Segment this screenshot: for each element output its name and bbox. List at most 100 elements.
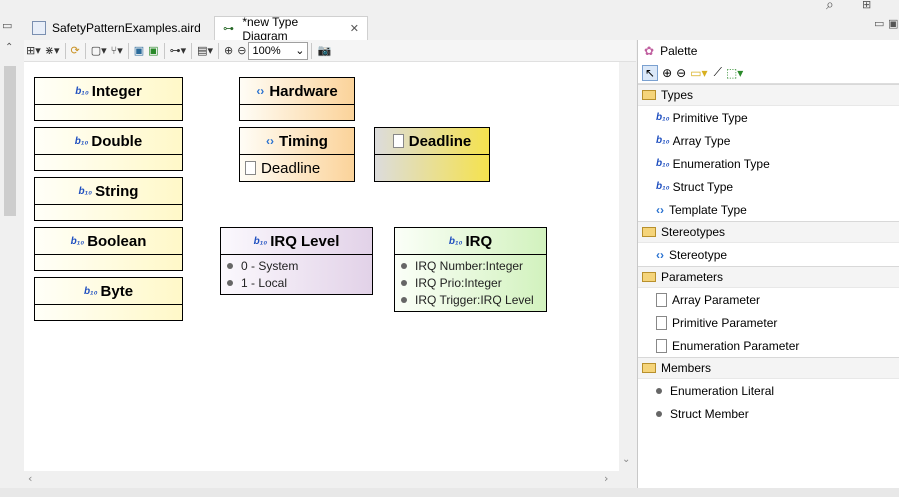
node-string[interactable]: b₁₀ String xyxy=(34,177,183,221)
palette-group-types[interactable]: Types xyxy=(638,84,899,106)
node-compartment xyxy=(35,204,182,205)
paste-format-icon[interactable]: ▤▾ xyxy=(197,42,213,60)
view-menu-icon[interactable]: ▭ xyxy=(2,19,12,32)
palette-item-primitive-type[interactable]: b₁₀ Primitive Type xyxy=(638,106,899,129)
palette-group-members[interactable]: Members xyxy=(638,357,899,379)
node-integer[interactable]: b₁₀ Integer xyxy=(34,77,183,121)
connector-tool-icon[interactable]: ⟋ xyxy=(714,65,722,80)
node-name: IRQ Level xyxy=(270,232,340,250)
parameter-name: Deadline xyxy=(261,159,321,177)
zoom-in-icon[interactable]: ⊕ xyxy=(224,42,233,60)
primitive-type-icon: b₁₀ xyxy=(656,112,670,123)
node-irq[interactable]: b₁₀ IRQ IRQ Number:Integer IRQ Prio:Integ… xyxy=(394,227,547,312)
palette-tools: ↖ ⊕ ⊖ ▭▾ ⟋ ⬚▾ xyxy=(638,62,899,84)
note-tool-icon[interactable]: ▭▾ xyxy=(690,66,707,80)
struct-member[interactable]: IRQ Prio:Integer xyxy=(401,274,540,291)
enumeration-literal[interactable]: 1 - Local xyxy=(227,274,366,291)
diagram-canvas[interactable]: b₁₀ Integer b₁₀ Double b₁₀ String b₁₀ Boolea… xyxy=(24,62,636,471)
tab-safety-pattern-examples[interactable]: SafetyPatternExamples.aird xyxy=(24,16,209,40)
primitive-type-icon: b₁₀ xyxy=(83,285,98,297)
enumeration-literal[interactable]: 0 - System xyxy=(227,257,366,274)
palette-item-enumeration-type[interactable]: b₁₀ Enumeration Type xyxy=(638,152,899,175)
tab-label: *new Type Diagram xyxy=(242,14,299,43)
palette-item-array-type[interactable]: b₁₀ Array Type xyxy=(638,129,899,152)
zoom-select[interactable]: 100% ⌄ xyxy=(248,41,309,60)
zoom-out-icon[interactable]: ⊖ xyxy=(237,42,246,60)
palette-item-struct-member[interactable]: Struct Member xyxy=(638,402,899,425)
unpin-icon[interactable]: ▣ xyxy=(148,42,158,60)
member-label: IRQ Number:Integer xyxy=(415,258,524,273)
item-label: Struct Member xyxy=(670,406,749,421)
palette-item-primitive-parameter[interactable]: Primitive Parameter xyxy=(638,311,899,334)
struct-member[interactable]: IRQ Trigger:IRQ Level xyxy=(401,291,540,308)
palette-panel: ✿ Palette ↖ ⊕ ⊖ ▭▾ ⟋ ⬚▾ Types b₁₀ Primiti… xyxy=(637,40,899,488)
palette-icon: ✿ xyxy=(644,44,655,58)
filter-icon[interactable]: ⑂▾ xyxy=(111,42,123,60)
palette-item-template-type[interactable]: ‹› Template Type xyxy=(638,198,899,221)
canvas-vertical-scrollbar[interactable]: ⌄ xyxy=(619,62,636,471)
node-timing[interactable]: ‹› Timing Deadline xyxy=(239,127,355,182)
node-byte[interactable]: b₁₀ Byte xyxy=(34,277,183,321)
minimize-icon[interactable]: ▭ xyxy=(874,17,884,30)
palette-item-enumeration-literal[interactable]: Enumeration Literal xyxy=(638,379,899,402)
refresh-icon[interactable]: ⟳ xyxy=(71,42,80,60)
folder-icon xyxy=(642,272,656,282)
node-deadline[interactable]: Deadline xyxy=(374,127,490,182)
window-top-strip: ⌕ ⊞ xyxy=(0,0,899,14)
camera-icon[interactable]: 📷 xyxy=(317,42,331,60)
literal-label: 0 - System xyxy=(241,258,299,273)
group-label: Stereotypes xyxy=(661,225,726,239)
template-type-icon: ‹› xyxy=(266,134,275,148)
node-boolean[interactable]: b₁₀ Boolean xyxy=(34,227,183,271)
node-compartment xyxy=(35,154,182,155)
perspective-icon[interactable]: ⊞ xyxy=(862,0,871,11)
palette-item-enumeration-parameter[interactable]: Enumeration Parameter xyxy=(638,334,899,357)
canvas-horizontal-scrollbar[interactable]: ‹ › xyxy=(24,471,619,488)
palette-group-parameters[interactable]: Parameters xyxy=(638,266,899,288)
node-name: String xyxy=(95,182,139,200)
palette-item-struct-type[interactable]: b₁₀ Struct Type xyxy=(638,175,899,198)
palette-item-array-parameter[interactable]: Array Parameter xyxy=(638,288,899,311)
toolbar-separator xyxy=(311,42,313,59)
editor-tab-bar: ▭ SafetyPatternExamples.aird ⊶ *new Type… xyxy=(0,14,899,43)
node-irq-level[interactable]: b₁₀ IRQ Level 0 - System 1 - Local xyxy=(220,227,373,295)
folder-icon xyxy=(642,227,656,237)
parameter-icon xyxy=(656,338,667,353)
node-double[interactable]: b₁₀ Double xyxy=(34,127,183,171)
scroll-right-icon[interactable]: › xyxy=(604,472,608,485)
zoom-value: 100% xyxy=(252,44,281,57)
zoom-out-tool-icon[interactable]: ⊖ xyxy=(676,66,686,80)
search-icon[interactable]: ⌕ xyxy=(826,0,834,13)
member-icon xyxy=(401,279,407,286)
pin-icon[interactable]: ▣ xyxy=(134,42,144,60)
toolbar-separator xyxy=(64,42,66,59)
collapse-up-icon[interactable]: ⌃ xyxy=(5,42,13,53)
outline-scrollbar[interactable] xyxy=(4,66,16,216)
arrange-icon[interactable]: ⊞▾ xyxy=(26,42,41,60)
attachment-tool-icon[interactable]: ⬚▾ xyxy=(726,66,743,80)
select-tool-icon[interactable]: ↖ xyxy=(642,64,659,81)
palette-group-stereotypes[interactable]: Stereotypes xyxy=(638,221,899,243)
palette-item-stereotype[interactable]: ‹› Stereotype xyxy=(638,243,899,266)
layer-icon[interactable]: ▢▾ xyxy=(91,42,107,60)
struct-type-icon: b₁₀ xyxy=(448,235,463,247)
tab-new-type-diagram[interactable]: ⊶ *new Type Diagram ✕ xyxy=(214,14,368,43)
template-parameter[interactable]: Deadline xyxy=(240,155,354,181)
scroll-left-icon[interactable]: ‹ xyxy=(28,472,32,485)
select-all-icon[interactable]: ⋇▾ xyxy=(45,42,60,60)
maximize-icon[interactable]: ▣ xyxy=(888,17,898,30)
literal-icon xyxy=(656,387,662,394)
item-label: Array Parameter xyxy=(672,292,761,307)
item-label: Enumeration Literal xyxy=(670,383,775,398)
node-hardware[interactable]: ‹› Hardware xyxy=(239,77,355,121)
layout-icon[interactable]: ⊶▾ xyxy=(170,42,187,60)
parameter-icon xyxy=(392,134,404,148)
zoom-in-tool-icon[interactable]: ⊕ xyxy=(662,66,672,80)
item-label: Primitive Parameter xyxy=(672,315,778,330)
node-name: IRQ xyxy=(465,232,493,250)
close-icon[interactable]: ✕ xyxy=(350,22,359,35)
scroll-down-icon[interactable]: ⌄ xyxy=(622,454,630,465)
item-label: Struct Type xyxy=(672,179,734,194)
struct-member[interactable]: IRQ Number:Integer xyxy=(401,257,540,274)
item-label: Stereotype xyxy=(669,247,728,262)
